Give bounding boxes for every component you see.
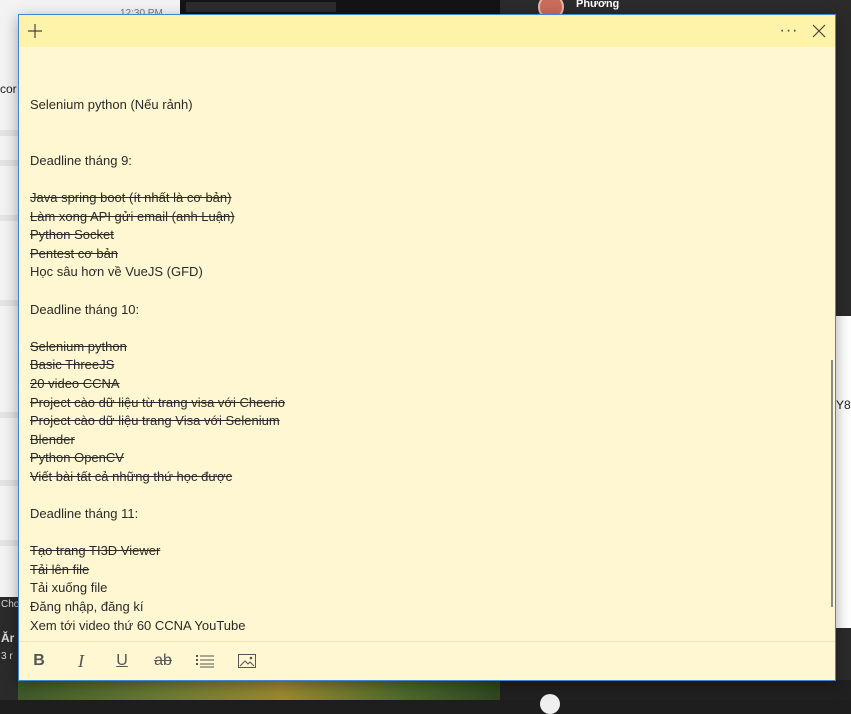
list-divider — [0, 160, 18, 166]
note-line[interactable]: Deadline tháng 11: — [30, 505, 810, 524]
background-text-fragment: Ăr — [1, 631, 15, 645]
note-line[interactable]: Tải xuống file — [30, 579, 810, 598]
background-text-fragment: 3 r — [1, 651, 13, 662]
note-line[interactable]: Project cào dữ liệu trang Visa với Selen… — [30, 412, 810, 431]
note-blank-line[interactable] — [30, 170, 810, 189]
plus-icon[interactable] — [19, 15, 51, 47]
note-line[interactable]: Deadline tháng 10: — [30, 301, 810, 320]
bullet-list-icon[interactable] — [188, 646, 222, 676]
italic-button[interactable]: I — [64, 646, 98, 676]
sticky-note-window: ··· Selenium python (Nếu rảnh) Deadline t… — [18, 14, 836, 681]
bold-button[interactable]: B — [22, 646, 56, 676]
note-editor[interactable]: Selenium python (Nếu rảnh) Deadline tháng… — [19, 47, 835, 642]
note-blank-line[interactable] — [30, 486, 810, 505]
background-image — [18, 680, 500, 700]
strikethrough-button[interactable]: ab — [146, 646, 180, 676]
note-line[interactable]: Project cào dữ liệu từ trang visa với Ch… — [30, 394, 810, 413]
note-blank-line[interactable] — [30, 282, 810, 301]
note-line[interactable]: Học sâu hơn về VueJS (GFD) — [30, 263, 810, 282]
background-panel-right: Y8v — [836, 316, 851, 628]
list-divider — [0, 480, 18, 486]
background-window-bottom-right — [500, 680, 851, 714]
note-line[interactable]: Pentest cơ bản — [30, 245, 810, 264]
background-text-fragment: cor — [0, 82, 17, 96]
background-dark-panel: Cho Ăr 3 r — [0, 597, 20, 700]
background-text-fragment: Cho — [1, 599, 20, 610]
note-line[interactable]: Viết bài tất cả những thứ học được — [30, 468, 810, 487]
image-icon[interactable] — [230, 646, 264, 676]
note-line[interactable]: Selenium python — [30, 338, 810, 357]
list-divider — [0, 300, 18, 306]
note-line[interactable]: Python Socket — [30, 226, 810, 245]
note-line[interactable]: Java spring boot (ít nhất là cơ bản) — [30, 189, 810, 208]
note-line[interactable]: Tạo trang TI3D Viewer — [30, 542, 810, 561]
note-line[interactable]: 20 video CCNA — [30, 375, 810, 394]
list-divider — [0, 215, 18, 221]
note-line[interactable]: Tải lên file — [30, 561, 810, 580]
note-line[interactable]: Đăng nhập, đăng kí — [30, 598, 810, 617]
note-line[interactable]: Python OpenCV — [30, 449, 810, 468]
list-divider — [0, 540, 18, 546]
note-blank-line[interactable] — [30, 115, 810, 134]
ellipsis-icon[interactable]: ··· — [773, 15, 805, 47]
note-line[interactable]: Selenium python (Nếu rảnh) — [30, 96, 810, 115]
note-line[interactable]: Xem tới video thứ 60 CCNA YouTube — [30, 617, 810, 636]
close-icon[interactable] — [803, 15, 835, 47]
note-line[interactable]: Làm xong API gửi email (anh Luận) — [30, 208, 810, 227]
background-text-fragment: Y8v — [836, 398, 851, 412]
note-line[interactable]: Deadline tháng 9: — [30, 152, 810, 171]
list-divider — [0, 412, 18, 418]
note-blank-line[interactable] — [30, 524, 810, 543]
background-window-top — [180, 0, 500, 14]
background-user-name: Phương — [576, 0, 620, 10]
note-titlebar[interactable]: ··· — [19, 15, 835, 47]
note-line[interactable]: Blender — [30, 431, 810, 450]
underline-button[interactable]: U — [105, 646, 139, 676]
list-divider — [0, 130, 18, 136]
note-blank-line[interactable] — [30, 319, 810, 338]
note-line[interactable]: Basic ThreeJS — [30, 356, 810, 375]
note-content[interactable]: Selenium python (Nếu rảnh) Deadline tháng… — [30, 96, 810, 635]
note-blank-line[interactable] — [30, 133, 810, 152]
scrollbar[interactable] — [831, 360, 833, 607]
formatting-toolbar: B I U ab — [19, 641, 835, 680]
